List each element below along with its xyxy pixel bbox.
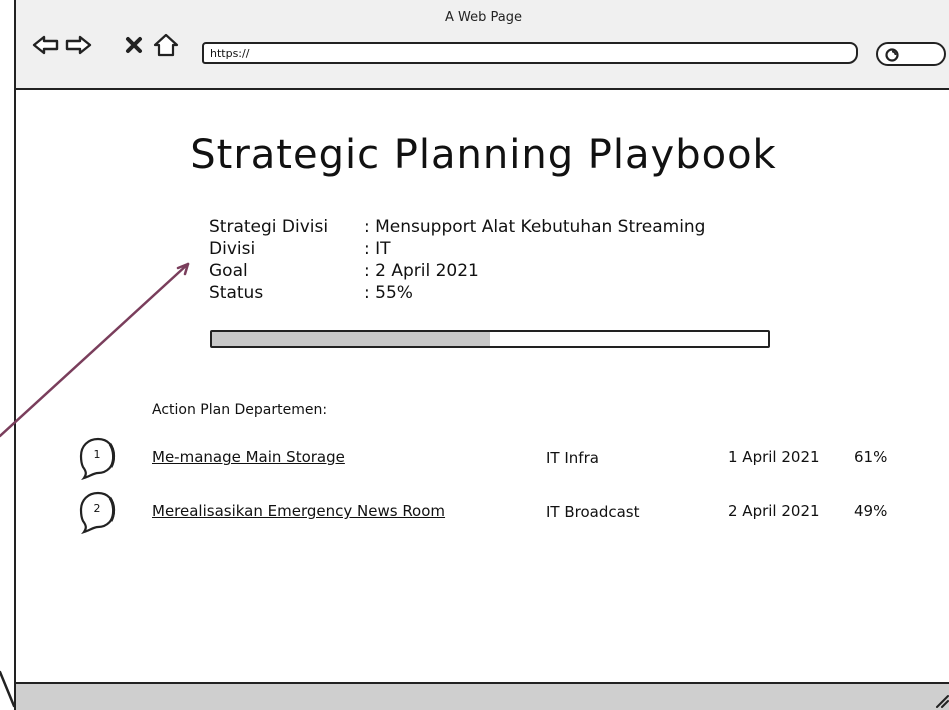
info-row-division: Divisi : IT <box>209 238 705 260</box>
page-content: Strategic Planning Playbook Strategi Div… <box>16 90 949 682</box>
action-plan-row: 2 Merealisasikan Emergency News Room IT … <box>78 490 918 535</box>
browser-chrome: A Web Page <box>16 0 949 90</box>
back-arrow-icon[interactable] <box>32 32 60 58</box>
status-bar <box>16 682 949 710</box>
forward-arrow-icon[interactable] <box>64 32 92 58</box>
info-label: Divisi <box>209 239 256 259</box>
search-icon <box>885 48 899 62</box>
info-value: : Mensupport Alat Kebutuhan Streaming <box>364 217 706 237</box>
strategy-info: Strategi Divisi : Mensupport Alat Kebutu… <box>209 216 705 304</box>
progress-fill <box>212 332 490 346</box>
info-row-status: Status : 55% <box>209 282 705 304</box>
speech-bubble-icon: 1 <box>78 436 120 481</box>
resize-grip-icon[interactable] <box>933 692 949 708</box>
speech-bubble-icon: 2 <box>78 490 120 535</box>
plan-department: IT Infra <box>546 449 599 467</box>
plan-department: IT Broadcast <box>546 503 640 521</box>
info-value: : IT <box>364 239 391 259</box>
plan-percent: 61% <box>854 448 888 466</box>
plan-title-link[interactable]: Me-manage Main Storage <box>152 448 345 466</box>
browser-window: A Web Page https:// Strategic Planning P… <box>14 0 949 710</box>
window-title: A Web Page <box>445 10 522 25</box>
status-progress-bar <box>210 330 770 348</box>
search-button[interactable] <box>876 42 946 66</box>
action-plan-row: 1 Me-manage Main Storage IT Infra 1 Apri… <box>78 436 918 481</box>
action-plan-heading: Action Plan Departemen: <box>152 402 328 418</box>
info-label: Strategi Divisi <box>209 217 329 237</box>
url-input[interactable] <box>202 42 858 64</box>
info-value: : 55% <box>364 283 413 303</box>
info-row-strategy: Strategi Divisi : Mensupport Alat Kebutu… <box>209 216 705 238</box>
info-label: Goal <box>209 261 248 281</box>
home-icon[interactable] <box>152 32 180 58</box>
close-icon[interactable] <box>120 32 148 58</box>
plan-number: 1 <box>93 448 101 461</box>
plan-number: 2 <box>93 502 101 515</box>
plan-percent: 49% <box>854 502 888 520</box>
page-title: Strategic Planning Playbook <box>190 132 777 178</box>
plan-date: 2 April 2021 <box>728 502 820 520</box>
plan-title-link[interactable]: Merealisasikan Emergency News Room <box>152 502 445 520</box>
info-label: Status <box>209 283 264 303</box>
info-row-goal: Goal : 2 April 2021 <box>209 260 705 282</box>
plan-date: 1 April 2021 <box>728 448 820 466</box>
info-value: : 2 April 2021 <box>364 261 479 281</box>
